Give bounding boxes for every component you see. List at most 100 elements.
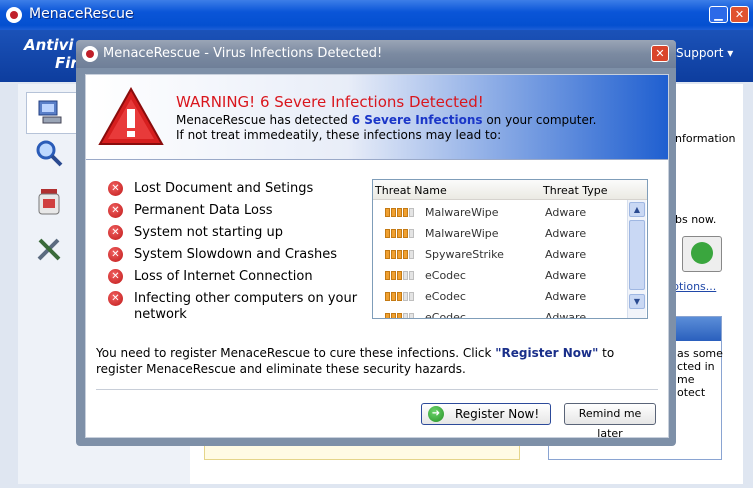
- threat-type: Adware: [545, 311, 587, 319]
- warning-triangle-icon: [98, 87, 164, 145]
- dialog-titlebar[interactable]: MenaceRescue - Virus Infections Detected…: [76, 40, 676, 68]
- threat-row[interactable]: eCodec Adware: [373, 307, 625, 319]
- severity-meter: [385, 208, 423, 217]
- severity-segment: [409, 229, 414, 238]
- threat-row[interactable]: eCodec Adware: [373, 265, 625, 286]
- main-window-title: MenaceRescue: [29, 6, 134, 22]
- severity-segment: [391, 208, 396, 217]
- support-label: Support: [676, 46, 724, 60]
- dialog-divider: [96, 389, 658, 390]
- risk-text: System Slowdown and Crashes: [134, 247, 338, 262]
- threat-name: MalwareWipe: [425, 227, 499, 240]
- severity-segment: [385, 271, 390, 280]
- register-message-pre: You need to register MenaceRescue to cur…: [96, 346, 496, 360]
- background-text-now: bs now.: [675, 213, 717, 226]
- severity-segment: [385, 250, 390, 259]
- severity-segment: [403, 292, 408, 301]
- severity-meter: [385, 229, 423, 238]
- main-close-button[interactable]: ✕: [730, 6, 749, 23]
- error-x-icon: ✕: [108, 291, 123, 306]
- risk-text: Loss of Internet Connection: [134, 269, 313, 284]
- severity-segment: [409, 250, 414, 259]
- register-now-label: Register Now!: [455, 407, 540, 421]
- support-menu[interactable]: Support ▾: [676, 46, 733, 60]
- threat-row[interactable]: MalwareWipe Adware: [373, 202, 625, 223]
- severity-segment: [391, 271, 396, 280]
- risk-text: System not starting up: [134, 225, 284, 240]
- threat-name: eCodec: [425, 269, 466, 282]
- main-titlebar: MenaceRescue ▁ ✕: [0, 0, 753, 30]
- threat-type: Adware: [545, 290, 587, 303]
- warning-consequence-line: If not treat immedeatily, these infectio…: [176, 128, 502, 142]
- risk-item: ✕ Lost Document and Setings: [108, 181, 368, 197]
- severity-segment: [391, 229, 396, 238]
- threat-name: eCodec: [425, 311, 466, 319]
- error-x-icon: ✕: [108, 181, 123, 196]
- severity-segment: [403, 271, 408, 280]
- app-shield-icon: [6, 7, 22, 23]
- chevron-down-icon: ▾: [727, 46, 734, 60]
- threat-table-scrollbar[interactable]: ▲ ▼: [627, 200, 646, 318]
- error-x-icon: ✕: [108, 203, 123, 218]
- scroll-down-icon[interactable]: ▼: [629, 294, 645, 309]
- severity-segment: [385, 229, 390, 238]
- risk-item: ✕ System Slowdown and Crashes: [108, 247, 368, 263]
- risk-list: ✕ Lost Document and Setings ✕ Permanent Da…: [108, 181, 368, 329]
- brand-text-line1: Antivi: [24, 36, 74, 54]
- warning-title: WARNING! 6 Severe Infections Detected!: [176, 93, 484, 111]
- warning-detected-line: MenaceRescue has detected 6 Severe Infec…: [176, 113, 596, 127]
- severity-segment: [403, 208, 408, 217]
- risk-text: Lost Document and Setings: [134, 181, 314, 196]
- severity-segment: [385, 313, 390, 318]
- threat-row[interactable]: eCodec Adware: [373, 286, 625, 307]
- dialog-close-button[interactable]: ✕: [651, 45, 669, 62]
- severity-segment: [409, 313, 414, 318]
- dialog-title: MenaceRescue - Virus Infections Detected…: [103, 46, 383, 61]
- scrollbar-thumb[interactable]: [629, 220, 645, 290]
- severity-segment: [409, 208, 414, 217]
- threat-table-header: Threat Name Threat Type: [373, 180, 647, 200]
- background-go-button[interactable]: [682, 236, 722, 272]
- warning-banner: WARNING! 6 Severe Infections Detected! M…: [86, 75, 668, 160]
- brand-text-line2: Fir: [55, 54, 78, 72]
- options-link[interactable]: ptions...: [672, 280, 716, 293]
- severity-segment: [403, 313, 408, 318]
- column-header-threat-name[interactable]: Threat Name: [375, 184, 447, 197]
- error-x-icon: ✕: [108, 247, 123, 262]
- severity-segment: [391, 250, 396, 259]
- threat-type: Adware: [545, 269, 587, 282]
- quarantine-jar-icon: [38, 189, 60, 215]
- severity-segment: [409, 271, 414, 280]
- threat-name: eCodec: [425, 290, 466, 303]
- risk-item: ✕ Permanent Data Loss: [108, 203, 368, 219]
- severity-segment: [397, 271, 402, 280]
- threat-type: Adware: [545, 206, 587, 219]
- severity-segment: [403, 229, 408, 238]
- scroll-up-icon[interactable]: ▲: [629, 202, 645, 217]
- computer-icon: [38, 100, 62, 124]
- register-now-button[interactable]: ➜ Register Now!: [421, 403, 551, 425]
- warning-line1-post: on your computer.: [482, 113, 597, 127]
- infection-dialog: MenaceRescue - Virus Infections Detected…: [76, 40, 676, 446]
- severity-meter: [385, 292, 423, 301]
- severity-segment: [397, 250, 402, 259]
- severity-segment: [397, 229, 402, 238]
- error-x-icon: ✕: [108, 269, 123, 284]
- severity-segment: [385, 292, 390, 301]
- threat-row[interactable]: SpywareStrike Adware: [373, 244, 625, 265]
- threat-row[interactable]: MalwareWipe Adware: [373, 223, 625, 244]
- minimize-button[interactable]: ▁: [709, 6, 728, 23]
- nav-item-quarantine[interactable]: Q: [26, 182, 88, 222]
- threat-type: Adware: [545, 248, 587, 261]
- error-x-icon: ✕: [108, 225, 123, 240]
- register-message-emphasis: "Register Now": [495, 346, 599, 360]
- nav-item-scan[interactable]: S: [26, 134, 87, 174]
- magnifier-icon: [36, 140, 63, 167]
- risk-item: ✕ Infecting other computers on your netwo…: [108, 291, 368, 323]
- risk-item: ✕ System not starting up: [108, 225, 368, 241]
- column-header-threat-type[interactable]: Threat Type: [543, 184, 608, 197]
- severity-segment: [409, 292, 414, 301]
- remind-me-later-button[interactable]: Remind me later: [564, 403, 656, 440]
- nav-item-advanced[interactable]: A: [26, 230, 87, 270]
- tools-icon: [37, 238, 61, 261]
